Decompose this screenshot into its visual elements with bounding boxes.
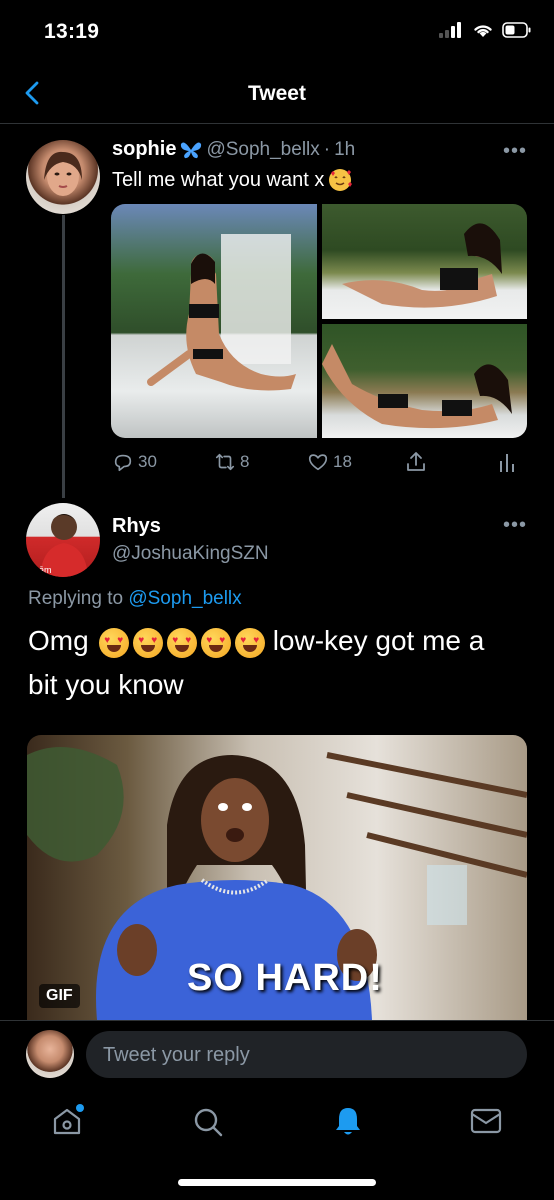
tab-home[interactable] [50, 1104, 84, 1143]
tweet-text: Tell me what you want x [112, 168, 325, 191]
retweet-button[interactable]: 8 [214, 451, 249, 473]
photo-scene-3 [322, 344, 512, 429]
reply-avatar[interactable]: bām [26, 503, 100, 577]
smiling-hearts-emoji [329, 169, 353, 191]
reply-avatar-portrait: bām [34, 514, 88, 577]
share-icon[interactable] [404, 450, 428, 474]
reply-icon [114, 454, 132, 472]
home-icon [53, 1104, 84, 1135]
reply-more-icon[interactable]: ••• [503, 514, 527, 537]
retweet-icon [215, 453, 235, 471]
tweet-media-grid[interactable] [111, 204, 527, 438]
status-time: 13:19 [44, 20, 100, 43]
tweet-time: 1h [334, 138, 356, 160]
composer-divider [0, 1020, 554, 1021]
reply-gif[interactable]: SO HARD! GIF [27, 735, 527, 1020]
reply-button[interactable]: 30 [112, 451, 157, 473]
reply-count: 30 [138, 452, 157, 471]
like-icon [308, 454, 328, 471]
butterfly-icon [181, 141, 202, 158]
reply-text-end: low-key got me a [272, 625, 485, 657]
tweet-separator: · [323, 138, 331, 160]
status-icons [438, 22, 532, 38]
reply-text-start: Omg [28, 625, 89, 657]
photo-scene [147, 234, 296, 391]
signal-icon [439, 22, 461, 38]
notifications-icon [336, 1108, 360, 1135]
thread-line [62, 215, 65, 498]
svg-text:bām: bām [34, 565, 52, 575]
reply-input-placeholder: Tweet your reply [103, 1044, 250, 1066]
tweet-display-name[interactable]: sophie [112, 138, 176, 161]
analytics-icon[interactable] [498, 451, 518, 473]
home-indicator [178, 1179, 376, 1186]
media-photo-2[interactable] [322, 204, 527, 319]
composer-avatar[interactable] [26, 1030, 74, 1078]
wifi-icon [474, 25, 492, 37]
tweet-handle[interactable]: @Soph_bellx [206, 139, 319, 161]
tab-messages[interactable] [469, 1106, 503, 1141]
reply-input[interactable]: Tweet your reply [86, 1031, 527, 1078]
nav-divider [0, 123, 554, 124]
messages-icon [470, 1108, 502, 1134]
photo-scene-2 [342, 223, 502, 308]
avatar[interactable] [26, 140, 100, 214]
like-button[interactable]: 18 [307, 451, 352, 473]
heart-eyes-emoji: ♥ ♥ ♥ ♥ ♥ ♥ ♥ ♥ ♥ ♥ [97, 625, 267, 658]
avatar-portrait [44, 151, 82, 196]
tab-bar [0, 1092, 554, 1200]
tab-notifications[interactable] [331, 1104, 365, 1143]
reply-display-name[interactable]: Rhys [112, 515, 161, 538]
tab-search[interactable] [191, 1105, 225, 1144]
replying-to-link[interactable]: @Soph_bellx [128, 588, 241, 609]
like-count: 18 [333, 452, 352, 471]
reply-handle[interactable]: @JoshuaKingSZN [112, 543, 269, 565]
media-photo-3[interactable] [322, 324, 527, 438]
reply-text-line2: bit you know [28, 669, 184, 700]
retweet-count: 8 [240, 452, 250, 471]
replying-to-label: Replying to [28, 588, 124, 609]
tweet-more-icon[interactable]: ••• [503, 140, 527, 163]
page-title: Tweet [248, 82, 306, 105]
search-icon [194, 1108, 223, 1137]
media-photo-1[interactable] [111, 204, 317, 438]
gif-caption: SO HARD! [187, 957, 383, 999]
battery-icon [502, 22, 531, 38]
gif-badge: GIF [39, 984, 80, 1008]
